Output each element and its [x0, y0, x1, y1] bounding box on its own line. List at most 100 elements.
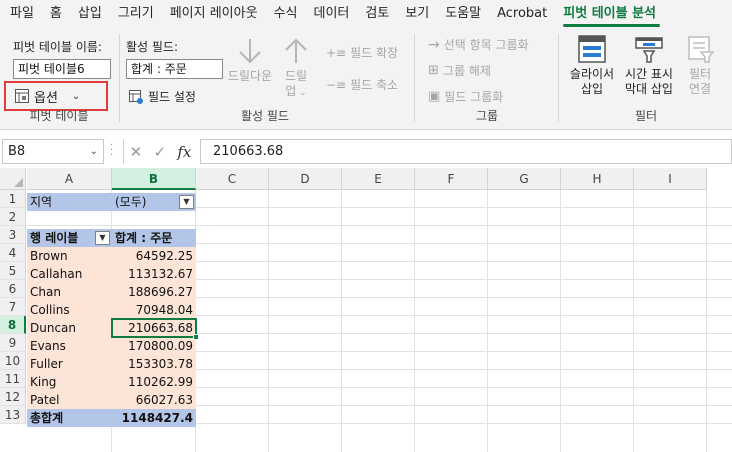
pivot-row-value[interactable]: 188696.27 — [112, 283, 196, 301]
filter-connections-button[interactable]: 필터 연결 — [680, 34, 720, 97]
pivot-row-value[interactable]: 110262.99 — [112, 373, 196, 391]
drill-down-label: 드릴다운 — [227, 69, 273, 83]
group-selection-label: 선택 항목 그룹화 — [443, 38, 529, 52]
row-header-8[interactable]: 8 — [0, 316, 26, 334]
column-header-a[interactable]: A — [27, 168, 112, 190]
tab-page-layout[interactable]: 페이지 레이아웃 — [162, 0, 266, 28]
row-header-4[interactable]: 4 — [0, 244, 26, 262]
insert-slicer-label-2: 삽입 — [580, 82, 604, 96]
drill-down-button[interactable]: 드릴다운 — [224, 36, 276, 84]
pivot-row-label[interactable]: Patel — [27, 391, 112, 409]
group-label-pivottable: 피벗 테이블 — [29, 109, 89, 123]
tab-help[interactable]: 도움말 — [437, 0, 489, 28]
row-header-13[interactable]: 13 — [0, 406, 26, 424]
tab-draw[interactable]: 그리기 — [110, 0, 162, 28]
pivot-row-value[interactable]: 170800.09 — [112, 337, 196, 355]
filter-dropdown-button[interactable]: ▼ — [179, 195, 194, 209]
options-label: 옵션 — [34, 90, 58, 106]
drill-up-button[interactable]: 드릴 업 ⌄ — [278, 36, 314, 101]
pivot-row-value[interactable]: 66027.63 — [112, 391, 196, 409]
row-header-9[interactable]: 9 — [0, 334, 26, 352]
active-field-label: 활성 필드: — [126, 40, 179, 54]
tab-data[interactable]: 데이터 — [305, 0, 357, 28]
ungroup-button[interactable]: ⊞ 그룹 해제 — [428, 62, 491, 79]
column-header-e[interactable]: E — [342, 168, 415, 190]
group-field-button[interactable]: ▣ 필드 그룹화 — [428, 88, 503, 105]
tab-home[interactable]: 홈 — [42, 0, 70, 28]
ungroup-icon: ⊞ — [428, 63, 439, 78]
row-header-11[interactable]: 11 — [0, 370, 26, 388]
tab-file[interactable]: 파일 — [0, 0, 42, 28]
pivot-grand-total-label[interactable]: 총합계 — [27, 409, 112, 427]
select-all-button[interactable] — [0, 168, 26, 190]
pivot-row-label[interactable]: Fuller — [27, 355, 112, 373]
ribbon-tabs: 파일 홈 삽입 그리기 페이지 레이아웃 수식 데이터 검토 보기 도움말 Ac… — [0, 0, 732, 28]
insert-slicer-button[interactable]: 슬라이서 삽입 — [564, 34, 620, 97]
pivot-row-label[interactable]: Collins — [27, 301, 112, 319]
pivottable-name-input[interactable]: 피벗 테이블6 — [13, 59, 111, 79]
chevron-down-icon: ⌄ — [296, 88, 307, 98]
pivot-row-label[interactable]: Chan — [27, 283, 112, 301]
pivot-row-label[interactable]: King — [27, 373, 112, 391]
pivot-row-value[interactable]: 70948.04 — [112, 301, 196, 319]
chevron-down-icon[interactable]: ⌄ — [90, 140, 98, 163]
gridline — [341, 190, 342, 452]
tab-view[interactable]: 보기 — [397, 0, 437, 28]
pivot-values-header[interactable]: 합계 : 주문 — [112, 229, 196, 247]
pivot-grand-total-value[interactable]: 1148427.4 — [112, 409, 196, 427]
insert-timeline-button[interactable]: 시간 표시 막대 삽입 — [620, 34, 678, 97]
row-header-12[interactable]: 12 — [0, 388, 26, 406]
column-header-i[interactable]: I — [634, 168, 707, 190]
more-icon[interactable]: · · · — [110, 141, 113, 161]
insert-function-icon[interactable]: fx — [177, 143, 191, 161]
tab-acrobat[interactable]: Acrobat — [489, 0, 555, 28]
options-icon — [15, 89, 29, 103]
pivot-row-label[interactable]: Duncan — [27, 319, 112, 337]
column-header-f[interactable]: F — [415, 168, 488, 190]
row-labels-dropdown-button[interactable]: ▼ — [95, 231, 110, 245]
column-header-h[interactable]: H — [561, 168, 634, 190]
formula-input[interactable]: 210663.68 — [200, 139, 732, 164]
pivot-row-label[interactable]: Evans — [27, 337, 112, 355]
arrow-down-icon — [239, 39, 261, 64]
row-header-1[interactable]: 1 — [0, 190, 26, 208]
tab-pivottable-analyze[interactable]: 피벗 테이블 분석 — [555, 0, 664, 28]
pivot-row-label[interactable]: Brown — [27, 247, 112, 265]
tab-review[interactable]: 검토 — [357, 0, 397, 28]
column-header-g[interactable]: G — [488, 168, 561, 190]
row-header-6[interactable]: 6 — [0, 280, 26, 298]
pivot-row-label[interactable]: Callahan — [27, 265, 112, 283]
active-cell-border — [111, 318, 197, 338]
worksheet-grid[interactable]: ABCDEFGHI 1 2 3 4 5 6 7 8 9 10 11 12 13 지역 (모두) ▼ 행 … — [0, 168, 732, 452]
row-header-2[interactable]: 2 — [0, 208, 26, 226]
field-settings-button[interactable]: 필드 설정 — [128, 88, 196, 105]
column-header-d[interactable]: D — [269, 168, 342, 190]
name-box[interactable]: B8 ⌄ — [2, 139, 104, 164]
cancel-icon[interactable]: ✕ — [130, 143, 143, 161]
group-field-label: 필드 그룹화 — [444, 90, 504, 104]
row-header-10[interactable]: 10 — [0, 352, 26, 370]
enter-icon[interactable]: ✓ — [153, 143, 166, 161]
arrow-up-icon — [285, 38, 307, 63]
tab-formulas[interactable]: 수식 — [266, 0, 306, 28]
row-header-7[interactable]: 7 — [0, 298, 26, 316]
pivot-row-value[interactable]: 153303.78 — [112, 355, 196, 373]
group-selection-button[interactable]: → 선택 항목 그룹화 — [428, 36, 529, 53]
row-header-5[interactable]: 5 — [0, 262, 26, 280]
column-header-b[interactable]: B — [112, 168, 196, 190]
row-header-3[interactable]: 3 — [0, 226, 26, 244]
chevron-down-icon: ⌄ — [71, 90, 81, 102]
column-header-c[interactable]: C — [196, 168, 269, 190]
tab-insert[interactable]: 삽입 — [70, 0, 110, 28]
active-field-input[interactable]: 합계 : 주문 — [126, 59, 223, 79]
group-label-active-field: 활성 필드 — [241, 109, 289, 123]
pivot-filter-label[interactable]: 지역 — [27, 193, 112, 211]
fill-handle[interactable] — [193, 334, 199, 340]
pivot-row-value[interactable]: 64592.25 — [112, 247, 196, 265]
expand-field-button[interactable]: +≡ 필드 확장 — [326, 44, 398, 61]
filter-connections-label-1: 필터 — [688, 67, 712, 81]
pivot-row-value[interactable]: 113132.67 — [112, 265, 196, 283]
field-settings-label: 필드 설정 — [148, 90, 196, 104]
ribbon: 피벗 테이블 이름: 피벗 테이블6 옵션 ⌄ 피벗 테이블 활성 필드: 합계… — [0, 28, 732, 130]
collapse-field-button[interactable]: −≡ 필드 축소 — [326, 76, 398, 93]
